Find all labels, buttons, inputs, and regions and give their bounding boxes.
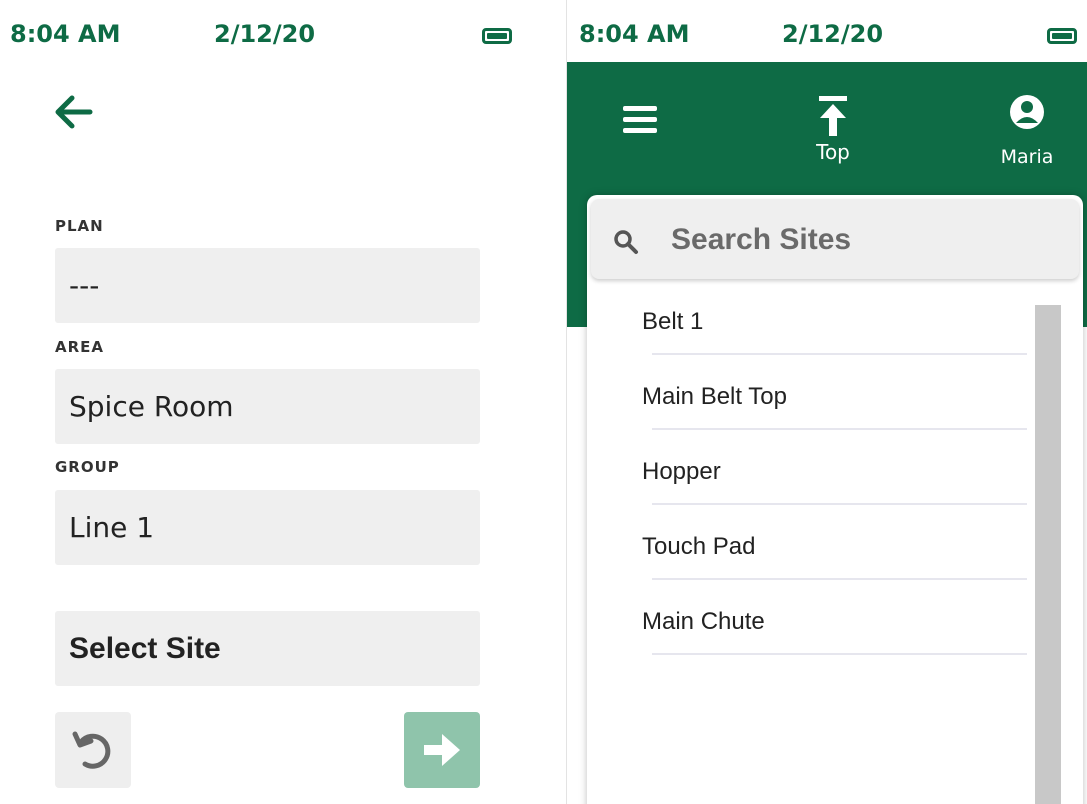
plan-field[interactable]: --- xyxy=(55,248,480,323)
battery-icon xyxy=(482,28,512,44)
divider xyxy=(652,578,1027,580)
status-date: 2/12/20 xyxy=(214,20,316,48)
divider xyxy=(652,503,1027,505)
menu-button[interactable] xyxy=(621,102,661,138)
search-icon xyxy=(614,230,638,254)
arrow-left-icon xyxy=(55,95,93,129)
undo-icon xyxy=(72,731,111,769)
site-list: Belt 1 Main Belt Top Hopper Touch Pad Ma… xyxy=(637,290,1037,665)
area-value: Spice Room xyxy=(69,390,234,423)
scrollbar[interactable] xyxy=(1035,305,1061,804)
site-search-screen: 8:04 AM 2/12/20 Top Maria Search Sites B… xyxy=(566,0,1087,804)
status-time: 8:04 AM xyxy=(10,20,121,48)
divider xyxy=(652,353,1027,355)
site-selection-screen: 8:04 AM 2/12/20 PLAN --- AREA Spice Room… xyxy=(0,0,540,804)
user-profile-button[interactable]: Maria xyxy=(992,92,1062,172)
user-avatar-icon xyxy=(1010,95,1044,129)
site-name: Main Chute xyxy=(642,608,765,635)
search-input[interactable]: Search Sites xyxy=(591,199,1079,279)
status-date: 2/12/20 xyxy=(782,20,884,48)
group-field[interactable]: Line 1 xyxy=(55,490,480,565)
divider xyxy=(652,653,1027,655)
user-name: Maria xyxy=(1000,146,1054,168)
scroll-top-button[interactable]: Top xyxy=(803,92,863,172)
list-item[interactable]: Main Belt Top xyxy=(637,365,1037,440)
area-field[interactable]: Spice Room xyxy=(55,369,480,444)
arrow-right-icon xyxy=(424,734,460,766)
select-site-button[interactable]: Select Site xyxy=(55,611,480,686)
site-list-panel: Search Sites Belt 1 Main Belt Top Hopper… xyxy=(587,195,1083,804)
divider xyxy=(652,428,1027,430)
status-bar: 8:04 AM 2/12/20 xyxy=(0,0,540,60)
arrow-to-top-icon xyxy=(819,96,847,136)
plan-label: PLAN xyxy=(55,217,104,235)
site-name: Hopper xyxy=(642,458,721,485)
list-item[interactable]: Belt 1 xyxy=(637,290,1037,365)
reset-button[interactable] xyxy=(55,712,131,788)
back-button[interactable] xyxy=(50,90,98,134)
battery-icon xyxy=(1047,28,1077,44)
list-item[interactable]: Main Chute xyxy=(637,590,1037,665)
area-label: AREA xyxy=(55,338,105,356)
select-site-label: Select Site xyxy=(69,632,221,665)
status-bar: 8:04 AM 2/12/20 xyxy=(567,0,1087,62)
group-value: Line 1 xyxy=(69,511,155,544)
list-item[interactable]: Hopper xyxy=(637,440,1037,515)
top-label: Top xyxy=(816,140,850,164)
hamburger-icon xyxy=(623,106,657,133)
next-button[interactable] xyxy=(404,712,480,788)
list-item[interactable]: Touch Pad xyxy=(637,515,1037,590)
plan-value: --- xyxy=(69,269,100,302)
search-placeholder: Search Sites xyxy=(671,223,852,256)
site-name: Main Belt Top xyxy=(642,383,787,410)
site-name: Touch Pad xyxy=(642,533,756,560)
site-name: Belt 1 xyxy=(642,308,704,335)
status-time: 8:04 AM xyxy=(579,20,690,48)
group-label: GROUP xyxy=(55,458,120,476)
